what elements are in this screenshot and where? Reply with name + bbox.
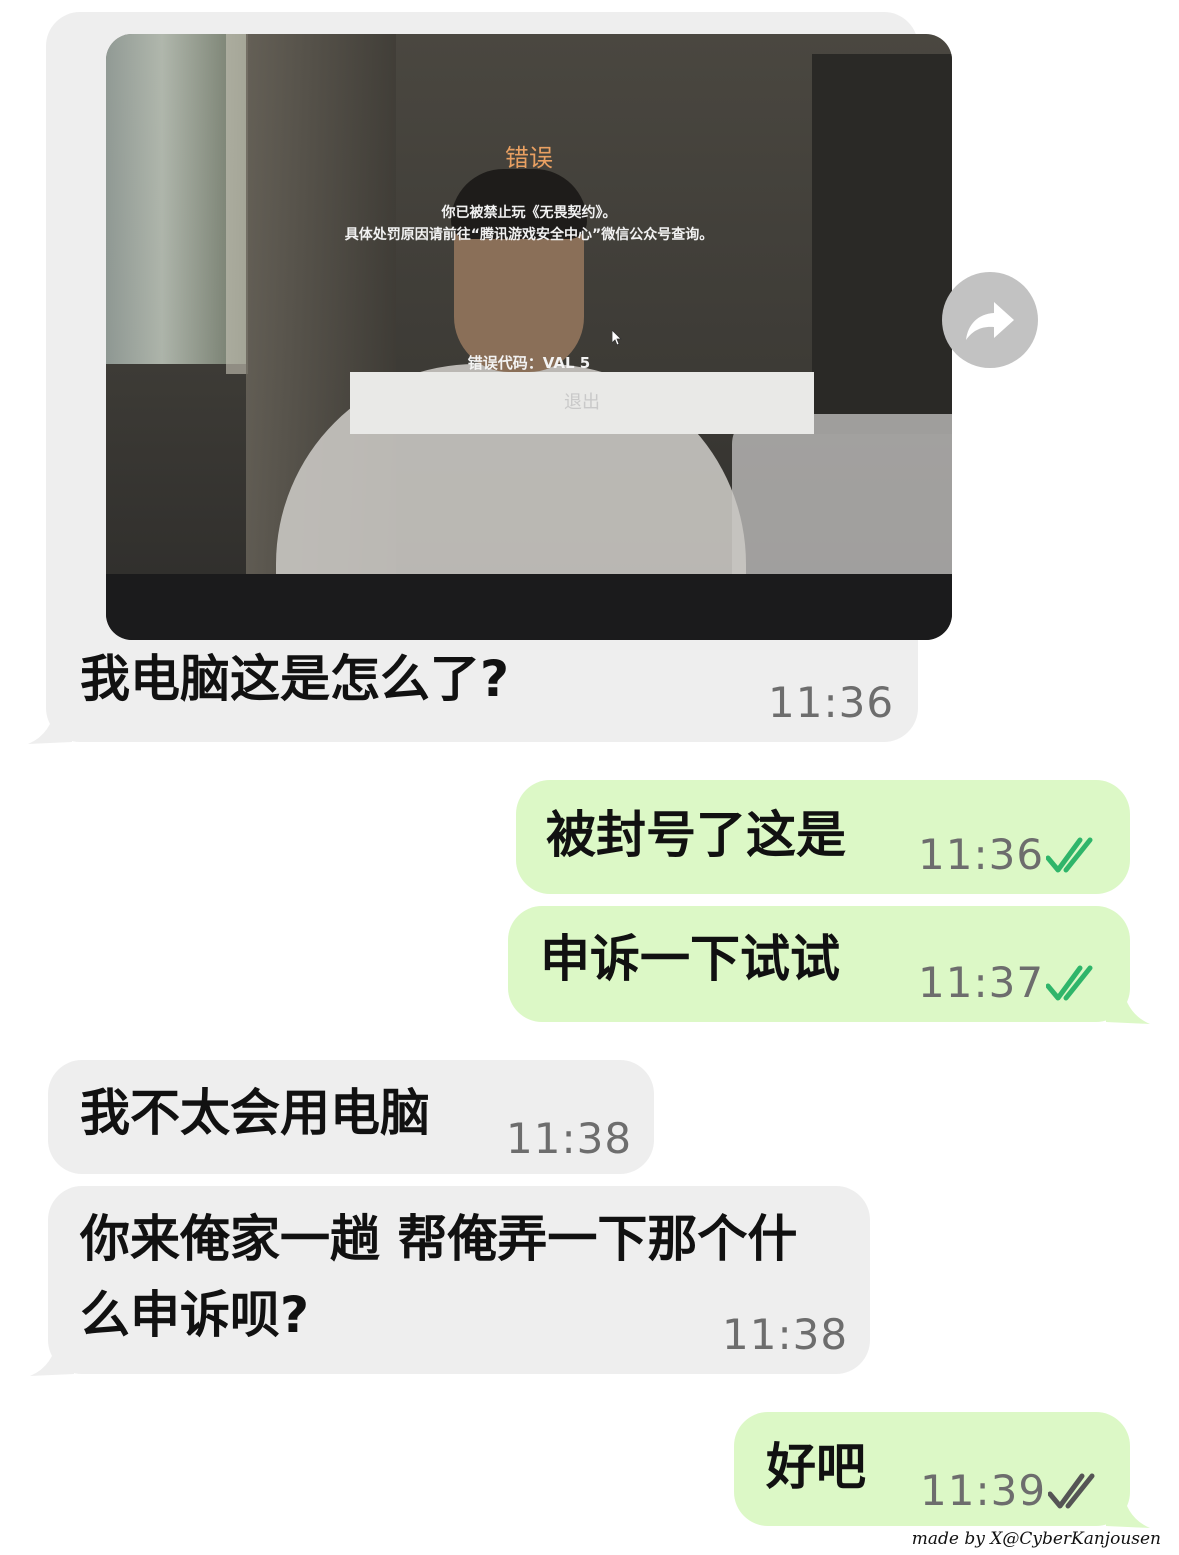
message-time: 11:36 bbox=[918, 830, 1045, 879]
message-text-line-2: 么申诉呗? bbox=[80, 1286, 310, 1344]
forward-arrow-icon bbox=[966, 302, 1014, 340]
forward-button[interactable] bbox=[942, 272, 1038, 368]
message-bubble-outgoing[interactable]: 被封号了这是 11:36 bbox=[516, 780, 1130, 894]
mouse-cursor-icon bbox=[612, 330, 622, 346]
error-dialog-line-2: 具体处罚原因请前往“腾讯游戏安全中心”微信公众号查询。 bbox=[344, 227, 714, 243]
read-ticks-icon bbox=[1046, 837, 1093, 873]
error-code: 错误代码：VAL 5 bbox=[467, 354, 591, 372]
message-text: 申诉一下试试 bbox=[540, 930, 840, 988]
photo-bed bbox=[732, 414, 952, 594]
message-time: 11:38 bbox=[506, 1114, 633, 1163]
message-time: 11:37 bbox=[918, 958, 1045, 1007]
photo-window bbox=[106, 34, 246, 364]
message-text: 我不太会用电脑 bbox=[80, 1084, 430, 1142]
message-time: 11:39 bbox=[920, 1466, 1047, 1515]
photo-door bbox=[812, 54, 952, 434]
watermark: made by X@CyberKanjousen bbox=[911, 1529, 1161, 1549]
message-bubble-outgoing[interactable]: 好吧 11:39 bbox=[734, 1412, 1130, 1526]
error-dialog-line-1: 你已被禁止玩《无畏契约》。 bbox=[441, 205, 617, 221]
message-bubble-outgoing[interactable]: 申诉一下试试 11:37 bbox=[508, 906, 1130, 1022]
message-text: 我电脑这是怎么了? bbox=[80, 650, 510, 708]
bubble-tail-outgoing bbox=[1106, 984, 1150, 1024]
bubble-tail-incoming bbox=[28, 704, 72, 744]
shared-photo[interactable]: 错误 你已被禁止玩《无畏契约》。 具体处罚原因请前往“腾讯游戏安全中心”微信公众… bbox=[106, 34, 952, 640]
bubble-tail-incoming bbox=[30, 1336, 74, 1376]
bubble-tail-outgoing bbox=[1106, 1488, 1150, 1528]
message-text: 被封号了这是 bbox=[546, 806, 846, 864]
message-time: 11:36 bbox=[768, 678, 895, 727]
photo-desk bbox=[106, 574, 952, 640]
message-bubble-incoming[interactable]: 你来俺家一趟 帮俺弄一下那个什 么申诉呗? 11:38 bbox=[48, 1186, 870, 1374]
exit-button: 退出 bbox=[350, 372, 814, 434]
message-bubble-incoming-photo[interactable]: 错误 你已被禁止玩《无畏契约》。 具体处罚原因请前往“腾讯游戏安全中心”微信公众… bbox=[46, 12, 952, 742]
message-time: 11:38 bbox=[722, 1310, 849, 1359]
read-ticks-icon bbox=[1048, 1473, 1095, 1509]
read-ticks-icon bbox=[1046, 965, 1093, 1001]
message-text: 好吧 bbox=[766, 1438, 866, 1496]
message-text-line-1: 你来俺家一趟 帮俺弄一下那个什 bbox=[80, 1210, 798, 1268]
error-dialog-title: 错误 bbox=[505, 144, 553, 172]
message-bubble-incoming[interactable]: 我不太会用电脑 11:38 bbox=[48, 1060, 654, 1174]
